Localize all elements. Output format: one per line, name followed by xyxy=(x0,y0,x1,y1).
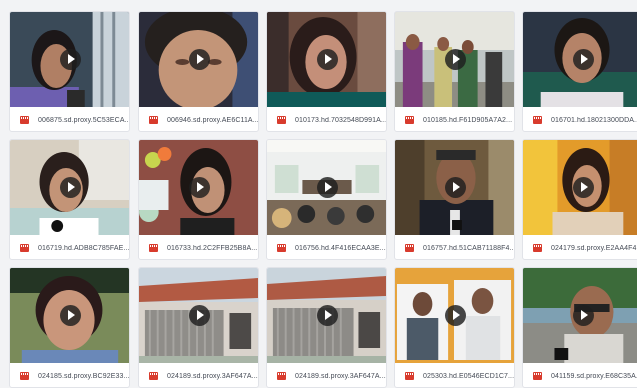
video-file-icon xyxy=(533,372,542,380)
file-name: 024189.sd.proxy.3AF647A... xyxy=(295,372,386,380)
video-file-icon xyxy=(277,244,286,252)
file-caption: 010185.hd.F61D905A7A2... xyxy=(395,107,514,131)
file-caption: 041159.sd.proxy.E68C35A... xyxy=(523,363,637,387)
video-card[interactable]: 006875.sd.proxy.5C53ECA... xyxy=(9,11,130,132)
file-name: 016733.hd.2C2FFB25B8A... xyxy=(167,244,258,252)
video-thumbnail[interactable] xyxy=(139,12,258,107)
video-thumbnail[interactable] xyxy=(395,12,514,107)
file-caption: 016733.hd.2C2FFB25B8A... xyxy=(139,235,258,259)
video-card[interactable]: 024189.sd.proxy.3AF647A... xyxy=(138,267,259,388)
file-name: 041159.sd.proxy.E68C35A... xyxy=(551,372,637,380)
file-name: 016757.hd.51CAB71188F4... xyxy=(423,244,514,252)
video-card[interactable]: 016756.hd.4F416ECAA3E... xyxy=(266,139,387,260)
play-icon[interactable] xyxy=(59,177,81,198)
video-thumbnail[interactable] xyxy=(267,268,386,363)
file-name: 025303.hd.E0546ECD1C7... xyxy=(423,372,514,380)
video-file-icon xyxy=(149,244,158,252)
file-name: 024185.sd.proxy.BC92E33... xyxy=(38,372,129,380)
file-caption: 016719.hd.ADB8C785FAE... xyxy=(10,235,129,259)
video-thumbnail[interactable] xyxy=(523,140,637,235)
file-name: 016701.hd.18021300DDA... xyxy=(551,116,637,124)
play-icon[interactable] xyxy=(572,177,594,198)
video-card[interactable]: 010173.hd.7032548D991A... xyxy=(266,11,387,132)
play-icon[interactable] xyxy=(188,177,210,198)
file-name: 024189.sd.proxy.3AF647A... xyxy=(167,372,258,380)
file-caption: 006946.sd.proxy.AE6C11A... xyxy=(139,107,258,131)
video-file-icon xyxy=(533,116,542,124)
file-caption: 024189.sd.proxy.3AF647A... xyxy=(139,363,258,387)
file-name: 016756.hd.4F416ECAA3E... xyxy=(295,244,386,252)
video-thumbnail[interactable] xyxy=(139,140,258,235)
file-caption: 024189.sd.proxy.3AF647A... xyxy=(267,363,386,387)
play-icon[interactable] xyxy=(188,49,210,70)
video-thumbnail[interactable] xyxy=(395,268,514,363)
play-icon[interactable] xyxy=(316,177,338,198)
video-card[interactable]: 016733.hd.2C2FFB25B8A... xyxy=(138,139,259,260)
video-file-icon xyxy=(20,244,29,252)
video-thumbnail[interactable] xyxy=(267,140,386,235)
file-caption: 024179.sd.proxy.E2AA4F4... xyxy=(523,235,637,259)
play-icon[interactable] xyxy=(444,305,466,326)
file-name: 010173.hd.7032548D991A... xyxy=(295,116,386,124)
video-card[interactable]: 006946.sd.proxy.AE6C11A... xyxy=(138,11,259,132)
play-icon[interactable] xyxy=(316,49,338,70)
video-card[interactable]: 024189.sd.proxy.3AF647A... xyxy=(266,267,387,388)
video-thumbnail[interactable] xyxy=(10,12,129,107)
video-card[interactable]: 010185.hd.F61D905A7A2... xyxy=(394,11,515,132)
video-file-icon xyxy=(277,116,286,124)
play-icon[interactable] xyxy=(188,305,210,326)
file-caption: 024185.sd.proxy.BC92E33... xyxy=(10,363,129,387)
play-icon[interactable] xyxy=(59,305,81,326)
video-file-icon xyxy=(533,244,542,252)
file-name: 016719.hd.ADB8C785FAE... xyxy=(38,244,129,252)
file-caption: 010173.hd.7032548D991A... xyxy=(267,107,386,131)
play-icon[interactable] xyxy=(572,305,594,326)
file-name: 006875.sd.proxy.5C53ECA... xyxy=(38,116,129,124)
video-card[interactable]: 024185.sd.proxy.BC92E33... xyxy=(9,267,130,388)
video-thumbnail[interactable] xyxy=(267,12,386,107)
video-thumbnail[interactable] xyxy=(395,140,514,235)
file-caption: 025303.hd.E0546ECD1C7... xyxy=(395,363,514,387)
file-caption: 016756.hd.4F416ECAA3E... xyxy=(267,235,386,259)
video-file-icon xyxy=(149,116,158,124)
video-file-icon xyxy=(20,372,29,380)
video-file-icon xyxy=(405,244,414,252)
video-file-icon xyxy=(20,116,29,124)
video-file-icon xyxy=(405,372,414,380)
file-name: 010185.hd.F61D905A7A2... xyxy=(423,116,513,124)
video-card[interactable]: 016701.hd.18021300DDA... xyxy=(522,11,637,132)
video-file-icon xyxy=(405,116,414,124)
video-card[interactable]: 025303.hd.E0546ECD1C7... xyxy=(394,267,515,388)
video-thumbnail[interactable] xyxy=(523,12,637,107)
video-card[interactable]: 024179.sd.proxy.E2AA4F4... xyxy=(522,139,637,260)
video-card[interactable]: 016757.hd.51CAB71188F4... xyxy=(394,139,515,260)
video-thumbnail[interactable] xyxy=(523,268,637,363)
file-caption: 016701.hd.18021300DDA... xyxy=(523,107,637,131)
video-thumbnail[interactable] xyxy=(139,268,258,363)
video-thumbnail[interactable] xyxy=(10,140,129,235)
play-icon[interactable] xyxy=(444,49,466,70)
video-card[interactable]: 016719.hd.ADB8C785FAE... xyxy=(9,139,130,260)
file-caption: 006875.sd.proxy.5C53ECA... xyxy=(10,107,129,131)
play-icon[interactable] xyxy=(444,177,466,198)
play-icon[interactable] xyxy=(572,49,594,70)
video-thumbnail[interactable] xyxy=(10,268,129,363)
file-name: 024179.sd.proxy.E2AA4F4... xyxy=(551,244,637,252)
file-name: 006946.sd.proxy.AE6C11A... xyxy=(167,116,258,124)
video-file-icon xyxy=(277,372,286,380)
video-file-icon xyxy=(149,372,158,380)
play-icon[interactable] xyxy=(316,305,338,326)
video-card[interactable]: 041159.sd.proxy.E68C35A... xyxy=(522,267,637,388)
play-icon[interactable] xyxy=(59,49,81,70)
file-caption: 016757.hd.51CAB71188F4... xyxy=(395,235,514,259)
video-grid: 006875.sd.proxy.5C53ECA... 006946.sd.prox… xyxy=(0,0,637,388)
